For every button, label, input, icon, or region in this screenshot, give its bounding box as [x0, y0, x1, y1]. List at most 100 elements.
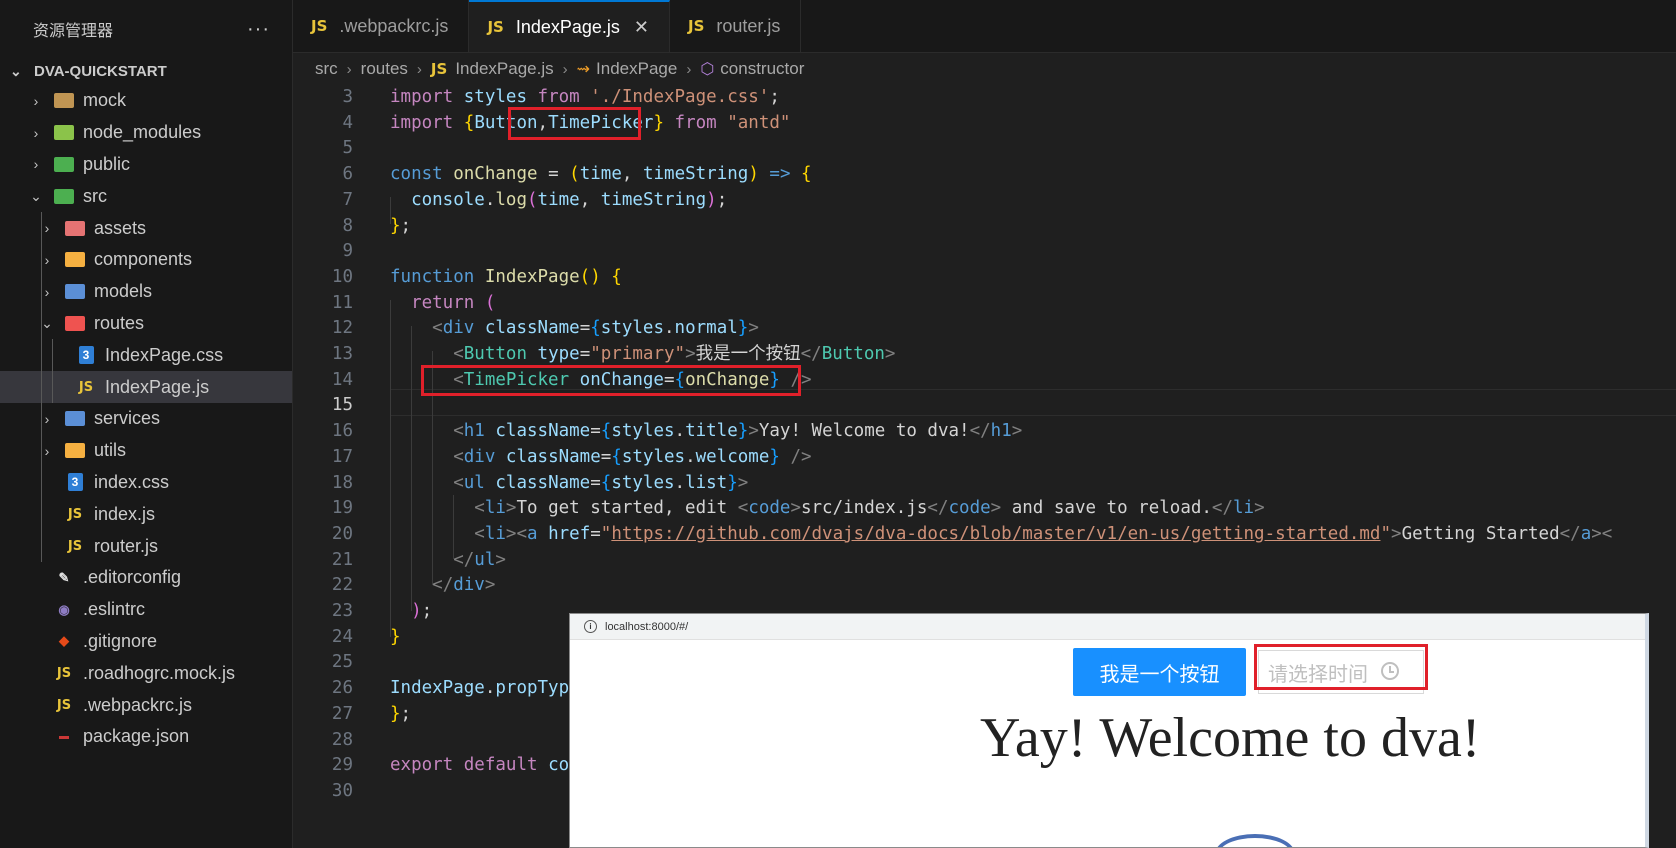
code-line: 3 import styles from './IndexPage.css'; — [293, 85, 1676, 111]
line-number: 29 — [331, 755, 353, 776]
js-file-icon: JS — [56, 665, 72, 681]
tab-webpackrc[interactable]: JS .webpackrc.js — [293, 0, 470, 52]
line-number: 13 — [331, 344, 353, 364]
file-tree-item[interactable]: › node_modules — [0, 117, 292, 149]
code-line: 7 console.log(time, timeString); — [293, 187, 1676, 214]
utils-folder-icon — [64, 441, 86, 461]
breadcrumb-file[interactable]: IndexPage.js — [455, 59, 553, 79]
line-number: 12 — [331, 318, 353, 339]
line-number: 24 — [331, 626, 353, 647]
file-tree-item[interactable]: ›3index.css — [0, 466, 292, 499]
file-tree-item[interactable]: ›JSrouter.js — [0, 530, 292, 562]
file-tree-item[interactable]: ⌄ src — [0, 180, 292, 212]
file-tree-item[interactable]: › services — [0, 402, 292, 435]
breadcrumb-method[interactable]: constructor — [720, 59, 804, 79]
routes-folder-icon — [64, 313, 86, 333]
file-tree-item[interactable]: ›JS.webpackrc.js — [0, 689, 292, 721]
code-line: 10 function IndexPage() { — [293, 264, 1676, 291]
address-bar[interactable]: i localhost:8000/#/ — [570, 614, 1645, 640]
cube-icon: ⬡ — [700, 61, 715, 78]
file-tree-label: .webpackrc.js — [83, 694, 193, 715]
chevron-right-icon: › — [44, 251, 50, 268]
file-tree-item[interactable]: ›◆.gitignore — [0, 626, 292, 658]
tab-indexpage[interactable]: JS IndexPage.js ✕ — [469, 0, 670, 52]
info-icon[interactable]: i — [584, 620, 597, 633]
file-tree-item[interactable]: › components — [0, 243, 292, 276]
line-number: 25 — [331, 652, 353, 673]
code-text: <h1 className={styles.title}>Yay! Welcom… — [453, 421, 1023, 442]
chevron-right-icon: › — [562, 60, 568, 78]
file-tree-label: components — [94, 249, 193, 270]
file-tree-item[interactable]: ›3IndexPage.css — [0, 339, 292, 372]
tab-router[interactable]: JS router.js — [670, 0, 802, 52]
chevron-right-icon: › — [44, 283, 50, 300]
breadcrumb-symbol[interactable]: IndexPage — [596, 59, 677, 79]
primary-button[interactable]: 我是一个按钮 — [1073, 648, 1246, 696]
file-tree-label: utils — [94, 440, 127, 461]
code-text: <Button type="primary">我是一个按钮</Button> — [453, 344, 896, 364]
welcome-title: Yay! Welcome to dva! — [980, 707, 1481, 769]
code-line: 15 — [293, 392, 1676, 419]
file-tree-label: mock — [83, 90, 127, 111]
file-tree-item[interactable]: › utils — [0, 434, 292, 467]
chevron-down-icon: ⌄ — [41, 314, 53, 331]
explorer-sidebar: 资源管理器 ··· ⌄ DVA-QUICKSTART › mock › node_mo… — [0, 0, 293, 848]
chevron-right-icon: › — [346, 60, 352, 78]
file-tree-item[interactable]: › assets — [0, 212, 292, 244]
code-line: 12 <div className={styles.normal}> — [293, 315, 1676, 342]
file-tree-item[interactable]: ›▬package.json — [0, 721, 292, 753]
breadcrumb-src[interactable]: src — [315, 59, 338, 79]
tab-label: .webpackrc.js — [339, 15, 449, 36]
line-number: 27 — [331, 703, 353, 724]
annotation-box — [508, 107, 641, 140]
file-tree-label: IndexPage.css — [105, 344, 224, 365]
file-tree-label: node_modules — [83, 122, 202, 143]
line-number: 8 — [342, 215, 353, 236]
code-line: 6 const onChange = (time, timeString) => … — [293, 161, 1676, 188]
file-tree-item[interactable]: ›◉.eslintrc — [0, 594, 292, 626]
chevron-right-icon: › — [44, 442, 50, 459]
code-line: 17 <div className={styles.welcome} /> — [293, 444, 1676, 471]
chevron-right-icon: › — [33, 156, 39, 173]
file-tree-item[interactable]: › models — [0, 275, 292, 308]
js-file-icon: JS — [487, 18, 504, 36]
file-tree-label: index.js — [94, 503, 156, 524]
project-name: DVA-QUICKSTART — [34, 63, 167, 80]
code-text: }; — [390, 215, 412, 236]
file-tree-label: IndexPage.js — [105, 376, 210, 397]
line-number: 26 — [331, 678, 353, 699]
git-icon: ◆ — [59, 633, 69, 649]
chevron-down-icon: ⌄ — [30, 187, 42, 204]
file-tree-label: index.css — [94, 471, 170, 492]
line-number: 4 — [342, 112, 353, 133]
close-icon[interactable]: ✕ — [634, 17, 649, 38]
file-tree-item[interactable]: › public — [0, 149, 292, 181]
code-line: 22 </div> — [293, 572, 1676, 599]
chevron-right-icon: › — [33, 92, 39, 109]
more-actions-icon[interactable]: ··· — [247, 18, 270, 41]
code-text: console.log(time, timeString); — [411, 189, 728, 210]
file-tree-item[interactable]: ›JSindex.js — [0, 498, 292, 531]
file-tree-item[interactable]: ›JSIndexPage.js — [0, 371, 292, 403]
project-root[interactable]: ⌄ DVA-QUICKSTART — [0, 58, 292, 85]
line-number: 17 — [331, 446, 353, 467]
file-tree-item[interactable]: ⌄ routes — [0, 307, 292, 340]
component-icon: ⇝ — [576, 61, 591, 78]
file-tree-label: src — [83, 185, 107, 206]
file-tree-item[interactable]: ›JS.roadhogrc.mock.js — [0, 657, 292, 689]
file-tree-label: .gitignore — [83, 630, 158, 651]
js-file-icon: JS — [67, 506, 83, 522]
file-tree-item[interactable]: ›✎.editorconfig — [0, 562, 292, 594]
chevron-right-icon: › — [44, 410, 50, 427]
file-tree-label: routes — [94, 312, 145, 333]
line-number: 10 — [331, 266, 353, 287]
editor-tabs: JS .webpackrc.js JS IndexPage.js ✕ JS ro… — [293, 0, 1676, 53]
line-number: 14 — [331, 369, 353, 390]
code-line: 20 <li><a href="https://github.com/dvajs… — [293, 521, 1676, 548]
code-line: 4 import {Button,TimePicker} from "antd" — [293, 110, 1676, 137]
breadcrumb-routes[interactable]: routes — [361, 59, 408, 79]
css-file-icon: 3 — [64, 472, 86, 492]
code-text: </div> — [432, 575, 496, 596]
file-tree-item[interactable]: › mock — [0, 85, 292, 117]
annotation-box — [421, 365, 801, 396]
